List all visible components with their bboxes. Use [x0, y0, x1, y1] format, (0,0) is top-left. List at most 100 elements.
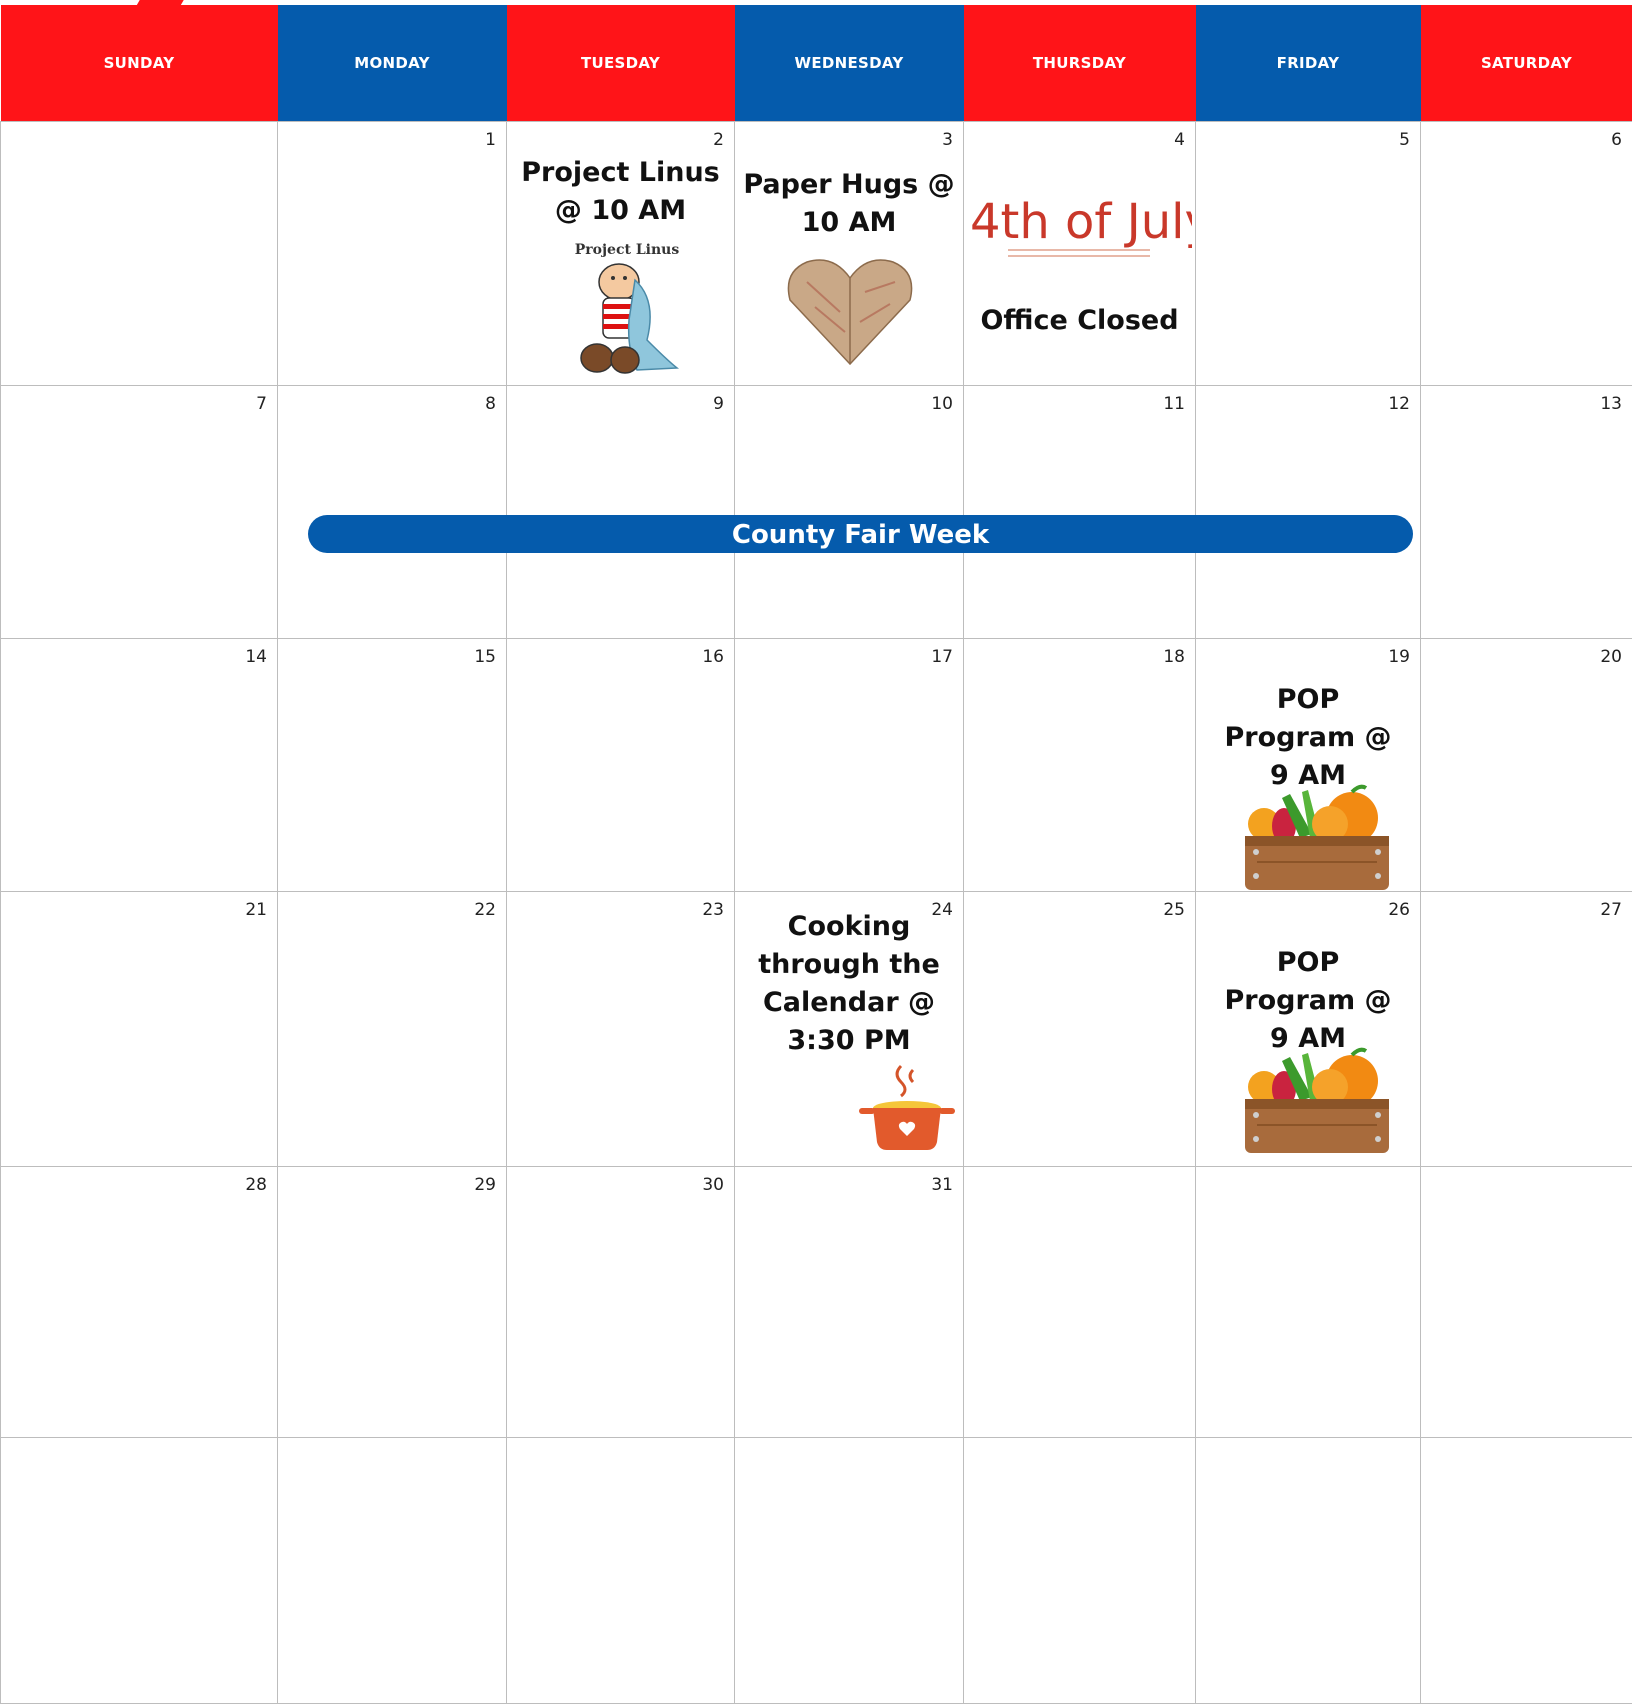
day-number: 26 — [1388, 900, 1410, 920]
day-number: 21 — [245, 900, 267, 920]
fourth-of-july-logo-text: 4th of July — [970, 194, 1192, 250]
day-number: 19 — [1388, 647, 1410, 667]
project-linus-logo-text: Project Linus — [575, 242, 680, 258]
event-paper-hugs[interactable]: Paper Hugs @ 10 AM — [735, 166, 963, 242]
day-cell-empty — [278, 1438, 507, 1704]
day-number: 9 — [713, 394, 724, 414]
day-cell-8[interactable]: 8 — [278, 386, 507, 639]
weekday-header-row: SUNDAY MONDAY TUESDAY WEDNESDAY THURSDAY… — [1, 5, 1632, 122]
day-number: 1 — [485, 130, 496, 150]
event-county-fair-week[interactable]: County Fair Week — [308, 515, 1413, 553]
day-cell-5[interactable]: 5 — [1196, 122, 1421, 386]
day-cell-11[interactable]: 11 — [964, 386, 1196, 639]
day-number: 29 — [474, 1175, 496, 1195]
day-number: 22 — [474, 900, 496, 920]
week-row-3: 14 15 16 17 18 19 POP Program @ 9 AM — [1, 639, 1632, 892]
day-cell-28[interactable]: 28 — [1, 1167, 278, 1438]
day-cell-19[interactable]: 19 POP Program @ 9 AM — [1196, 639, 1421, 892]
event-project-linus[interactable]: Project Linus @ 10 AM — [507, 154, 734, 230]
day-cell-empty — [1421, 1167, 1632, 1438]
day-cell-6[interactable]: 6 — [1421, 122, 1632, 386]
calendar-grid: SUNDAY MONDAY TUESDAY WEDNESDAY THURSDAY… — [0, 5, 1632, 1704]
week-row-4: 21 22 23 24 Cooking through the Calendar… — [1, 892, 1632, 1167]
weekday-wednesday: WEDNESDAY — [735, 5, 964, 122]
day-number: 20 — [1600, 647, 1622, 667]
day-number: 6 — [1611, 130, 1622, 150]
event-pop-program[interactable]: POP Program @ 9 AM — [1196, 944, 1420, 1058]
day-number: 7 — [256, 394, 267, 414]
day-cell-29[interactable]: 29 — [278, 1167, 507, 1438]
day-cell-empty — [1, 1438, 278, 1704]
day-cell-15[interactable]: 15 — [278, 639, 507, 892]
day-cell-empty — [1, 122, 278, 386]
day-number: 14 — [245, 647, 267, 667]
day-cell-25[interactable]: 25 — [964, 892, 1196, 1167]
weekday-monday: MONDAY — [278, 5, 507, 122]
week-row-1: 1 2 Project Linus @ 10 AM Project Linus — [1, 122, 1632, 386]
weekday-friday: FRIDAY — [1196, 5, 1421, 122]
day-cell-empty — [735, 1438, 964, 1704]
week-row-2: 7 8 9 10 11 12 13 — [1, 386, 1632, 639]
day-number: 4 — [1174, 130, 1185, 150]
day-cell-2[interactable]: 2 Project Linus @ 10 AM Project Linus — [507, 122, 735, 386]
day-cell-14[interactable]: 14 — [1, 639, 278, 892]
day-number: 17 — [931, 647, 953, 667]
day-number: 11 — [1163, 394, 1185, 414]
day-cell-1[interactable]: 1 — [278, 122, 507, 386]
week-row-5: 28 29 30 31 — [1, 1167, 1632, 1438]
day-cell-26[interactable]: 26 POP Program @ 9 AM — [1196, 892, 1421, 1167]
weekday-tuesday: TUESDAY — [507, 5, 735, 122]
day-cell-24[interactable]: 24 Cooking through the Calendar @ 3:30 P… — [735, 892, 964, 1167]
day-number: 8 — [485, 394, 496, 414]
day-number: 5 — [1399, 130, 1410, 150]
day-cell-16[interactable]: 16 — [507, 639, 735, 892]
day-number: 12 — [1388, 394, 1410, 414]
fourth-of-july-logo-icon: 4th of July — [970, 180, 1192, 265]
day-cell-empty — [1421, 1438, 1632, 1704]
event-office-closed[interactable]: Office Closed — [964, 302, 1195, 340]
day-cell-3[interactable]: 3 Paper Hugs @ 10 AM — [735, 122, 964, 386]
day-number: 27 — [1600, 900, 1622, 920]
day-cell-empty — [1196, 1438, 1421, 1704]
event-cooking-through-the-calendar[interactable]: Cooking through the Calendar @ 3:30 PM — [735, 908, 963, 1060]
day-number: 30 — [702, 1175, 724, 1195]
day-cell-27[interactable]: 27 — [1421, 892, 1632, 1167]
day-cell-empty — [1196, 1167, 1421, 1438]
day-number: 15 — [474, 647, 496, 667]
day-cell-30[interactable]: 30 — [507, 1167, 735, 1438]
day-number: 13 — [1600, 394, 1622, 414]
day-cell-20[interactable]: 20 — [1421, 639, 1632, 892]
day-cell-10[interactable]: 10 — [735, 386, 964, 639]
day-cell-7[interactable]: 7 — [1, 386, 278, 639]
linus-illustration-icon: Project Linus — [557, 240, 697, 385]
day-number: 25 — [1163, 900, 1185, 920]
day-number: 16 — [702, 647, 724, 667]
day-cell-31[interactable]: 31 — [735, 1167, 964, 1438]
day-cell-18[interactable]: 18 — [964, 639, 1196, 892]
day-cell-12[interactable]: 12 — [1196, 386, 1421, 639]
day-cell-13[interactable]: 13 — [1421, 386, 1632, 639]
day-number: 18 — [1163, 647, 1185, 667]
day-cell-21[interactable]: 21 — [1, 892, 278, 1167]
weekday-saturday: SATURDAY — [1421, 5, 1632, 122]
day-number: 2 — [713, 130, 724, 150]
day-cell-9[interactable]: 9 — [507, 386, 735, 639]
weekday-thursday: THURSDAY — [964, 5, 1196, 122]
day-cell-empty — [507, 1438, 735, 1704]
event-pop-program[interactable]: POP Program @ 9 AM — [1196, 681, 1420, 795]
day-cell-17[interactable]: 17 — [735, 639, 964, 892]
soup-pot-icon — [857, 1062, 961, 1157]
day-cell-4[interactable]: 4 4th of July Office Closed — [964, 122, 1196, 386]
day-number: 10 — [931, 394, 953, 414]
day-number: 3 — [942, 130, 953, 150]
day-number: 31 — [931, 1175, 953, 1195]
origami-heart-icon — [785, 252, 915, 373]
week-row-6 — [1, 1438, 1632, 1704]
day-cell-23[interactable]: 23 — [507, 892, 735, 1167]
vegetable-crate-icon — [1242, 784, 1392, 897]
day-cell-empty — [964, 1167, 1196, 1438]
day-number: 28 — [245, 1175, 267, 1195]
weekday-sunday: SUNDAY — [1, 5, 278, 122]
day-cell-empty — [964, 1438, 1196, 1704]
day-cell-22[interactable]: 22 — [278, 892, 507, 1167]
